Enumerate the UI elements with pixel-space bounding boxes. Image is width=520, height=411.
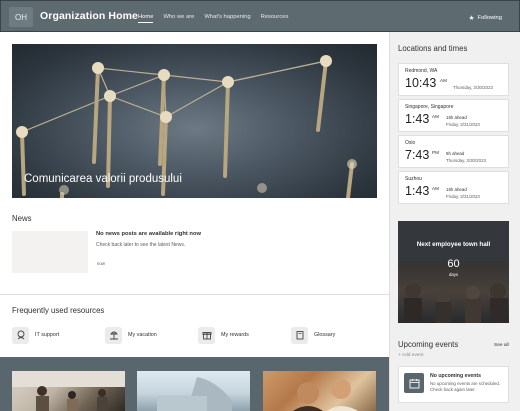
hero-banner[interactable]: Comunicarea valorii produsului bbox=[12, 44, 377, 198]
resource-my-rewards[interactable]: My rewards bbox=[198, 325, 249, 345]
resource-label: My vacation bbox=[128, 332, 157, 338]
add-event-button[interactable]: + Add event bbox=[398, 353, 423, 358]
townhall-days-unit: days bbox=[448, 272, 459, 277]
location-card-suzhou[interactable]: Suzhou 1:43 AM 15h ahead Friday, 3/31/20… bbox=[398, 171, 509, 204]
hero-title[interactable]: Comunicarea valorii produsului bbox=[24, 173, 182, 185]
following-button[interactable]: ★ Following bbox=[469, 14, 502, 22]
nav-item-who-we-are[interactable]: Who we are bbox=[163, 14, 194, 23]
events-empty-card: No upcoming events No upcoming events ar… bbox=[398, 366, 509, 403]
location-time: 7:43 bbox=[405, 148, 430, 162]
location-date: Thursday, 3/30/2023 bbox=[446, 158, 486, 163]
news-empty-subtext: Check back later to see the latest News. bbox=[96, 242, 186, 248]
location-city: Redmond, WA bbox=[405, 68, 438, 74]
news-empty-heading: No news posts are available right now bbox=[96, 231, 202, 237]
site-header: OH Organization Home Home Who we are Wha… bbox=[0, 0, 520, 32]
book-icon bbox=[291, 326, 308, 344]
nav-item-home[interactable]: Home bbox=[138, 14, 154, 23]
top-navigation: Home Who we are What's happening Resourc… bbox=[138, 14, 288, 23]
laptop-photo-card[interactable] bbox=[137, 371, 250, 411]
support-icon bbox=[12, 326, 29, 344]
location-offset: 9h ahead bbox=[446, 151, 465, 156]
location-card-redmond[interactable]: Redmond, WA 10:43 AM Thursday, 3/30/2023 bbox=[398, 63, 509, 96]
gift-icon bbox=[198, 326, 215, 344]
location-city: Suzhou bbox=[405, 176, 422, 182]
site-logo[interactable]: OH bbox=[9, 7, 33, 27]
location-city: Oslo bbox=[405, 140, 416, 146]
star-icon: ★ bbox=[468, 15, 475, 22]
following-label: Following bbox=[477, 15, 503, 21]
location-card-oslo[interactable]: Oslo 7:43 PM 9h ahead Thursday, 3/30/202… bbox=[398, 135, 509, 168]
resource-label: Glossary bbox=[314, 332, 336, 338]
news-heading[interactable]: News bbox=[12, 214, 32, 223]
resource-label: My rewards bbox=[221, 332, 249, 338]
site-title[interactable]: Organization Home bbox=[40, 10, 138, 22]
nav-item-whats-happening[interactable]: What's happening bbox=[204, 14, 250, 23]
townhall-days-count: 60 bbox=[447, 258, 460, 270]
resource-it-support[interactable]: IT support bbox=[12, 325, 59, 345]
location-time: 10:43 bbox=[405, 76, 437, 90]
events-empty-subtext: No upcoming events are scheduled. Check … bbox=[430, 381, 501, 392]
resources-heading: Frequently used resources bbox=[12, 306, 105, 315]
location-ampm: PM bbox=[432, 150, 439, 155]
location-ampm: AM bbox=[432, 114, 439, 119]
news-timestamp: now bbox=[97, 261, 105, 266]
resource-label: IT support bbox=[35, 332, 60, 338]
location-ampm: AM bbox=[440, 78, 447, 83]
location-offset: 15h ahead bbox=[446, 115, 467, 120]
location-date: Thursday, 3/30/2023 bbox=[453, 85, 493, 90]
townhall-countdown[interactable]: Next employee town hall 60 days bbox=[398, 221, 509, 323]
locations-heading: Locations and times bbox=[398, 44, 468, 53]
location-date: Friday, 3/31/2023 bbox=[446, 122, 480, 127]
location-offset: 15h ahead bbox=[446, 187, 467, 192]
resource-glossary[interactable]: Glossary bbox=[291, 325, 335, 345]
location-card-singapore[interactable]: Singapore, Singapore 1:43 AM 15h ahead F… bbox=[398, 99, 509, 132]
location-time: 1:43 bbox=[405, 184, 430, 198]
calendar-icon bbox=[404, 373, 424, 393]
townhall-label: Next employee town hall bbox=[416, 241, 491, 248]
see-all-link[interactable]: See all bbox=[494, 343, 509, 348]
news-placeholder-image bbox=[12, 231, 88, 273]
office-photo-card[interactable] bbox=[12, 371, 125, 411]
location-date: Friday, 3/31/2023 bbox=[446, 194, 480, 199]
vacation-icon bbox=[105, 326, 122, 344]
events-empty-heading: No upcoming events bbox=[430, 373, 482, 379]
location-ampm: AM bbox=[432, 186, 439, 191]
resource-my-vacation[interactable]: My vacation bbox=[105, 325, 157, 345]
events-heading: Upcoming events bbox=[398, 340, 459, 349]
location-city: Singapore, Singapore bbox=[405, 104, 454, 110]
people-photo-card[interactable] bbox=[263, 371, 376, 411]
section-divider bbox=[0, 294, 389, 295]
location-time: 1:43 bbox=[405, 112, 430, 126]
nav-item-resources[interactable]: Resources bbox=[261, 14, 289, 23]
